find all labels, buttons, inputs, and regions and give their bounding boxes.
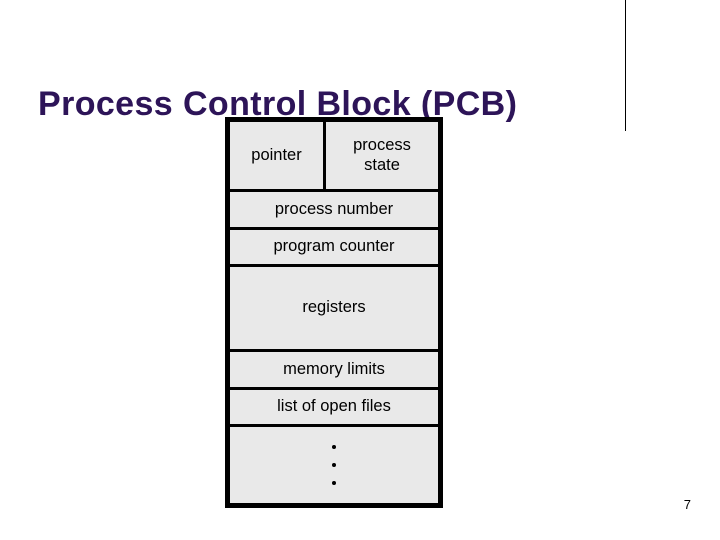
ellipsis-dot-icon: [332, 481, 336, 485]
pcb-diagram: pointer process state process number pro…: [225, 117, 443, 508]
pcb-row-list-of-open-files: list of open files: [230, 390, 438, 427]
dot-grid-cell: [667, 114, 681, 129]
pcb-row-process-number: process number: [230, 192, 438, 230]
dot-grid-cell: [696, 23, 710, 38]
pcb-row-ellipsis: [230, 427, 438, 503]
process-state-line-2: state: [364, 155, 400, 174]
process-state-line-1: process: [353, 135, 411, 154]
dot-grid-cell: [638, 38, 652, 53]
dot-grid-row: [638, 23, 710, 38]
dot-grid-cell: [681, 38, 695, 53]
dot-grid-cell: [696, 69, 710, 84]
pcb-cell-process-state: process state: [326, 122, 438, 189]
decorative-vertical-rule: [625, 0, 626, 131]
dot-grid-cell: [696, 54, 710, 69]
dot-grid-row: [638, 38, 710, 53]
dot-grid-cell: [652, 114, 666, 129]
dot-grid-cell: [667, 8, 681, 23]
dot-grid-row: [638, 8, 710, 23]
dot-grid-cell: [667, 84, 681, 99]
dot-grid-cell: [638, 54, 652, 69]
dot-grid-cell: [681, 23, 695, 38]
pcb-row-registers: registers: [230, 267, 438, 352]
dot-grid-cell: [696, 84, 710, 99]
dot-grid-cell: [638, 99, 652, 114]
dot-grid-cell: [681, 114, 695, 129]
dot-grid-cell: [638, 8, 652, 23]
dot-grid-cell: [696, 8, 710, 23]
dot-grid-cell: [652, 54, 666, 69]
dot-grid-row: [638, 99, 710, 114]
dot-grid-cell: [638, 23, 652, 38]
dot-grid-cell: [681, 99, 695, 114]
dot-grid-cell: [638, 114, 652, 129]
dot-grid-cell: [652, 84, 666, 99]
dot-grid-cell: [696, 38, 710, 53]
dot-grid-cell: [681, 84, 695, 99]
dot-grid-cell: [638, 69, 652, 84]
pcb-cell-process-state-text: process state: [353, 136, 411, 176]
ellipsis-dot-icon: [332, 445, 336, 449]
dot-grid-cell: [652, 69, 666, 84]
dot-grid-row: [638, 114, 710, 129]
dot-grid-motif: [638, 8, 710, 132]
page-number: 7: [683, 497, 691, 512]
dot-grid-cell: [667, 69, 681, 84]
dot-grid-cell: [696, 99, 710, 114]
dot-grid-cell: [652, 8, 666, 23]
dot-grid-cell: [667, 54, 681, 69]
dot-grid-cell: [667, 38, 681, 53]
dot-grid-cell: [652, 38, 666, 53]
dot-grid-cell: [667, 23, 681, 38]
dot-grid-cell: [681, 54, 695, 69]
pcb-row-pointer-state: pointer process state: [230, 122, 438, 192]
dot-grid-cell: [638, 84, 652, 99]
ellipsis-dot-icon: [332, 463, 336, 467]
dot-grid-cell: [652, 99, 666, 114]
dot-grid-cell: [681, 8, 695, 23]
dot-grid-cell: [681, 69, 695, 84]
pcb-row-memory-limits: memory limits: [230, 352, 438, 390]
dot-grid-cell: [652, 23, 666, 38]
dot-grid-row: [638, 54, 710, 69]
dot-grid-cell: [696, 114, 710, 129]
dot-grid-row: [638, 69, 710, 84]
pcb-cell-pointer: pointer: [230, 122, 326, 189]
pcb-row-program-counter: program counter: [230, 230, 438, 267]
dot-grid-cell: [667, 99, 681, 114]
dot-grid-row: [638, 84, 710, 99]
